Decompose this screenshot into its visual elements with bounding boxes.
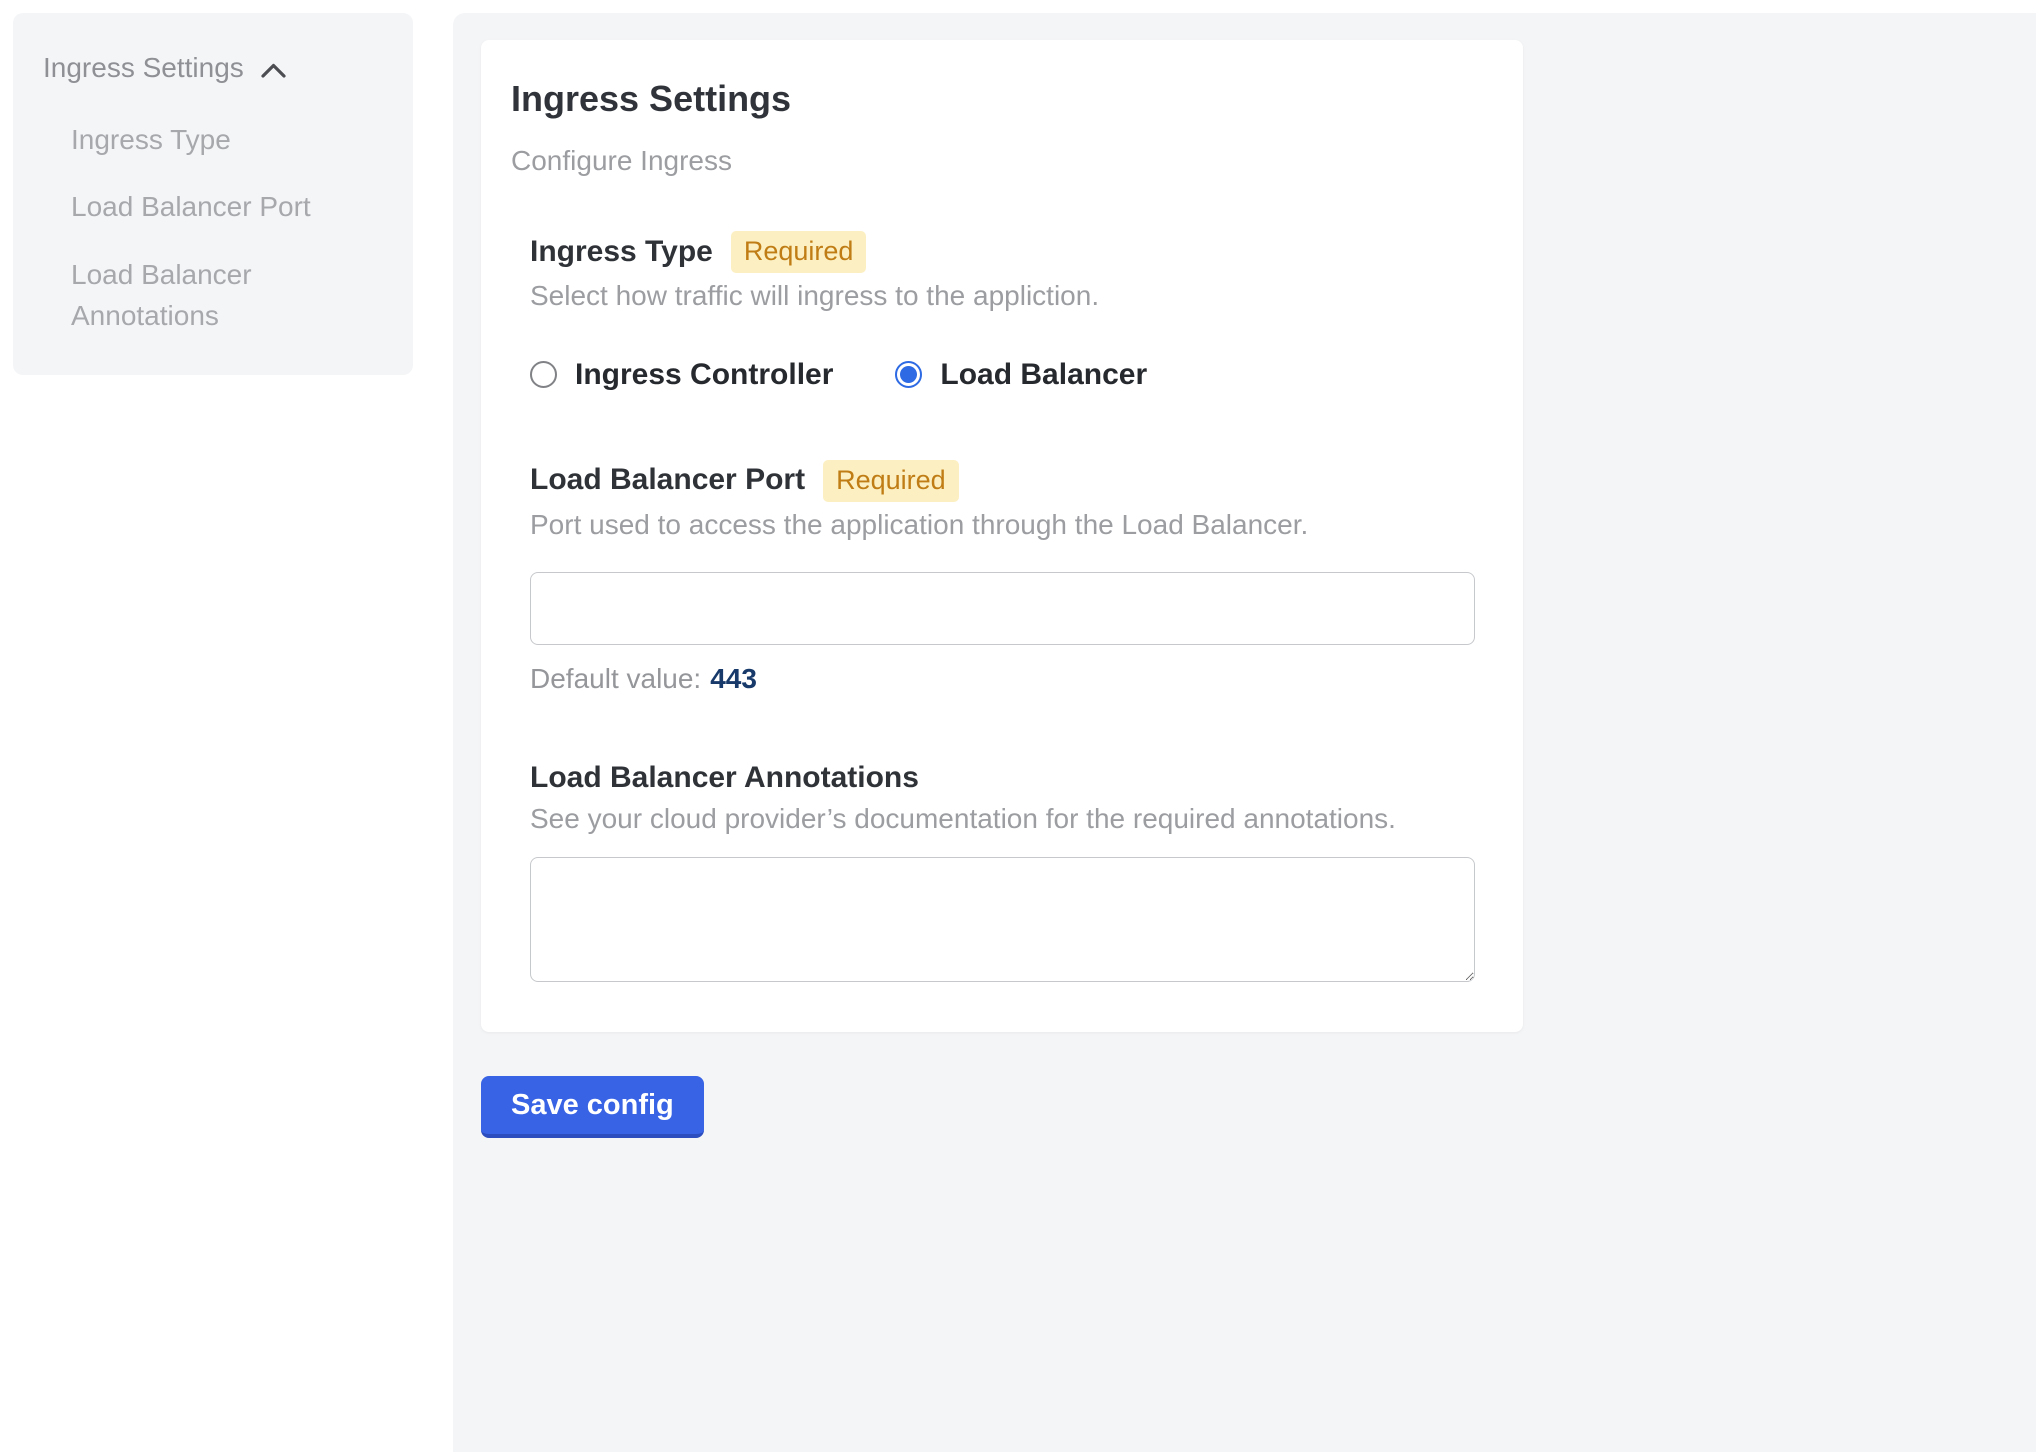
radio-icon-ingress-controller[interactable] (530, 361, 557, 388)
sidebar-item-load-balancer-port[interactable]: Load Balancer Port (71, 187, 361, 228)
save-config-button[interactable]: Save config (481, 1076, 704, 1138)
default-value-label: Default value: (530, 663, 701, 694)
radio-label-ingress-controller: Ingress Controller (575, 360, 833, 390)
required-badge: Required (731, 231, 867, 273)
default-value: 443 (710, 663, 757, 694)
page-subtitle: Configure Ingress (511, 145, 1475, 177)
ingress-type-help-text: Select how traffic will ingress to the a… (530, 279, 1475, 313)
sidebar-item-ingress-type[interactable]: Ingress Type (71, 120, 361, 161)
section-title-load-balancer-annotations: Load Balancer Annotations (530, 761, 919, 796)
radio-label-load-balancer: Load Balancer (940, 360, 1147, 390)
sidebar-item-load-balancer-annotations[interactable]: Load Balancer Annotations (71, 255, 361, 336)
load-balancer-port-help-text: Port used to access the application thro… (530, 508, 1475, 542)
page-title: Ingress Settings (511, 80, 1475, 118)
section-load-balancer-port: Load Balancer Port Required Port used to… (530, 460, 1475, 696)
section-title-row: Load Balancer Port Required (530, 460, 1475, 502)
main-panel: Ingress Settings Configure Ingress Ingre… (453, 13, 2036, 1452)
radio-icon-load-balancer[interactable] (895, 361, 922, 388)
config-nav-sidebar: Ingress Settings Ingress Type Load Balan… (13, 13, 413, 375)
default-value-row: Default value: 443 (530, 663, 1475, 695)
ingress-type-radio-group: Ingress Controller Load Balancer (530, 360, 1475, 390)
chevron-up-icon (260, 62, 287, 79)
section-title-load-balancer-port: Load Balancer Port (530, 463, 805, 498)
load-balancer-annotations-help-text: See your cloud provider’s documentation … (530, 802, 1475, 836)
sidebar-group-label: Ingress Settings (43, 53, 244, 84)
section-title-ingress-type: Ingress Type (530, 235, 713, 270)
required-badge: Required (823, 460, 959, 502)
load-balancer-port-input[interactable] (530, 572, 1475, 645)
ingress-settings-card: Ingress Settings Configure Ingress Ingre… (481, 40, 1523, 1032)
load-balancer-annotations-textarea[interactable] (530, 857, 1475, 982)
sidebar-group-ingress-settings[interactable]: Ingress Settings (43, 53, 393, 84)
section-ingress-type: Ingress Type Required Select how traffic… (530, 231, 1475, 390)
radio-option-load-balancer[interactable]: Load Balancer (895, 360, 1147, 390)
section-load-balancer-annotations: Load Balancer Annotations See your cloud… (530, 761, 1475, 982)
section-title-row: Ingress Type Required (530, 231, 1475, 273)
sidebar-item-list: Ingress Type Load Balancer Port Load Bal… (71, 120, 361, 336)
app-screen: Ingress Settings Ingress Type Load Balan… (0, 0, 2036, 1452)
radio-option-ingress-controller[interactable]: Ingress Controller (530, 360, 833, 390)
section-title-row: Load Balancer Annotations (530, 761, 1475, 796)
config-sections: Ingress Type Required Select how traffic… (530, 231, 1475, 982)
